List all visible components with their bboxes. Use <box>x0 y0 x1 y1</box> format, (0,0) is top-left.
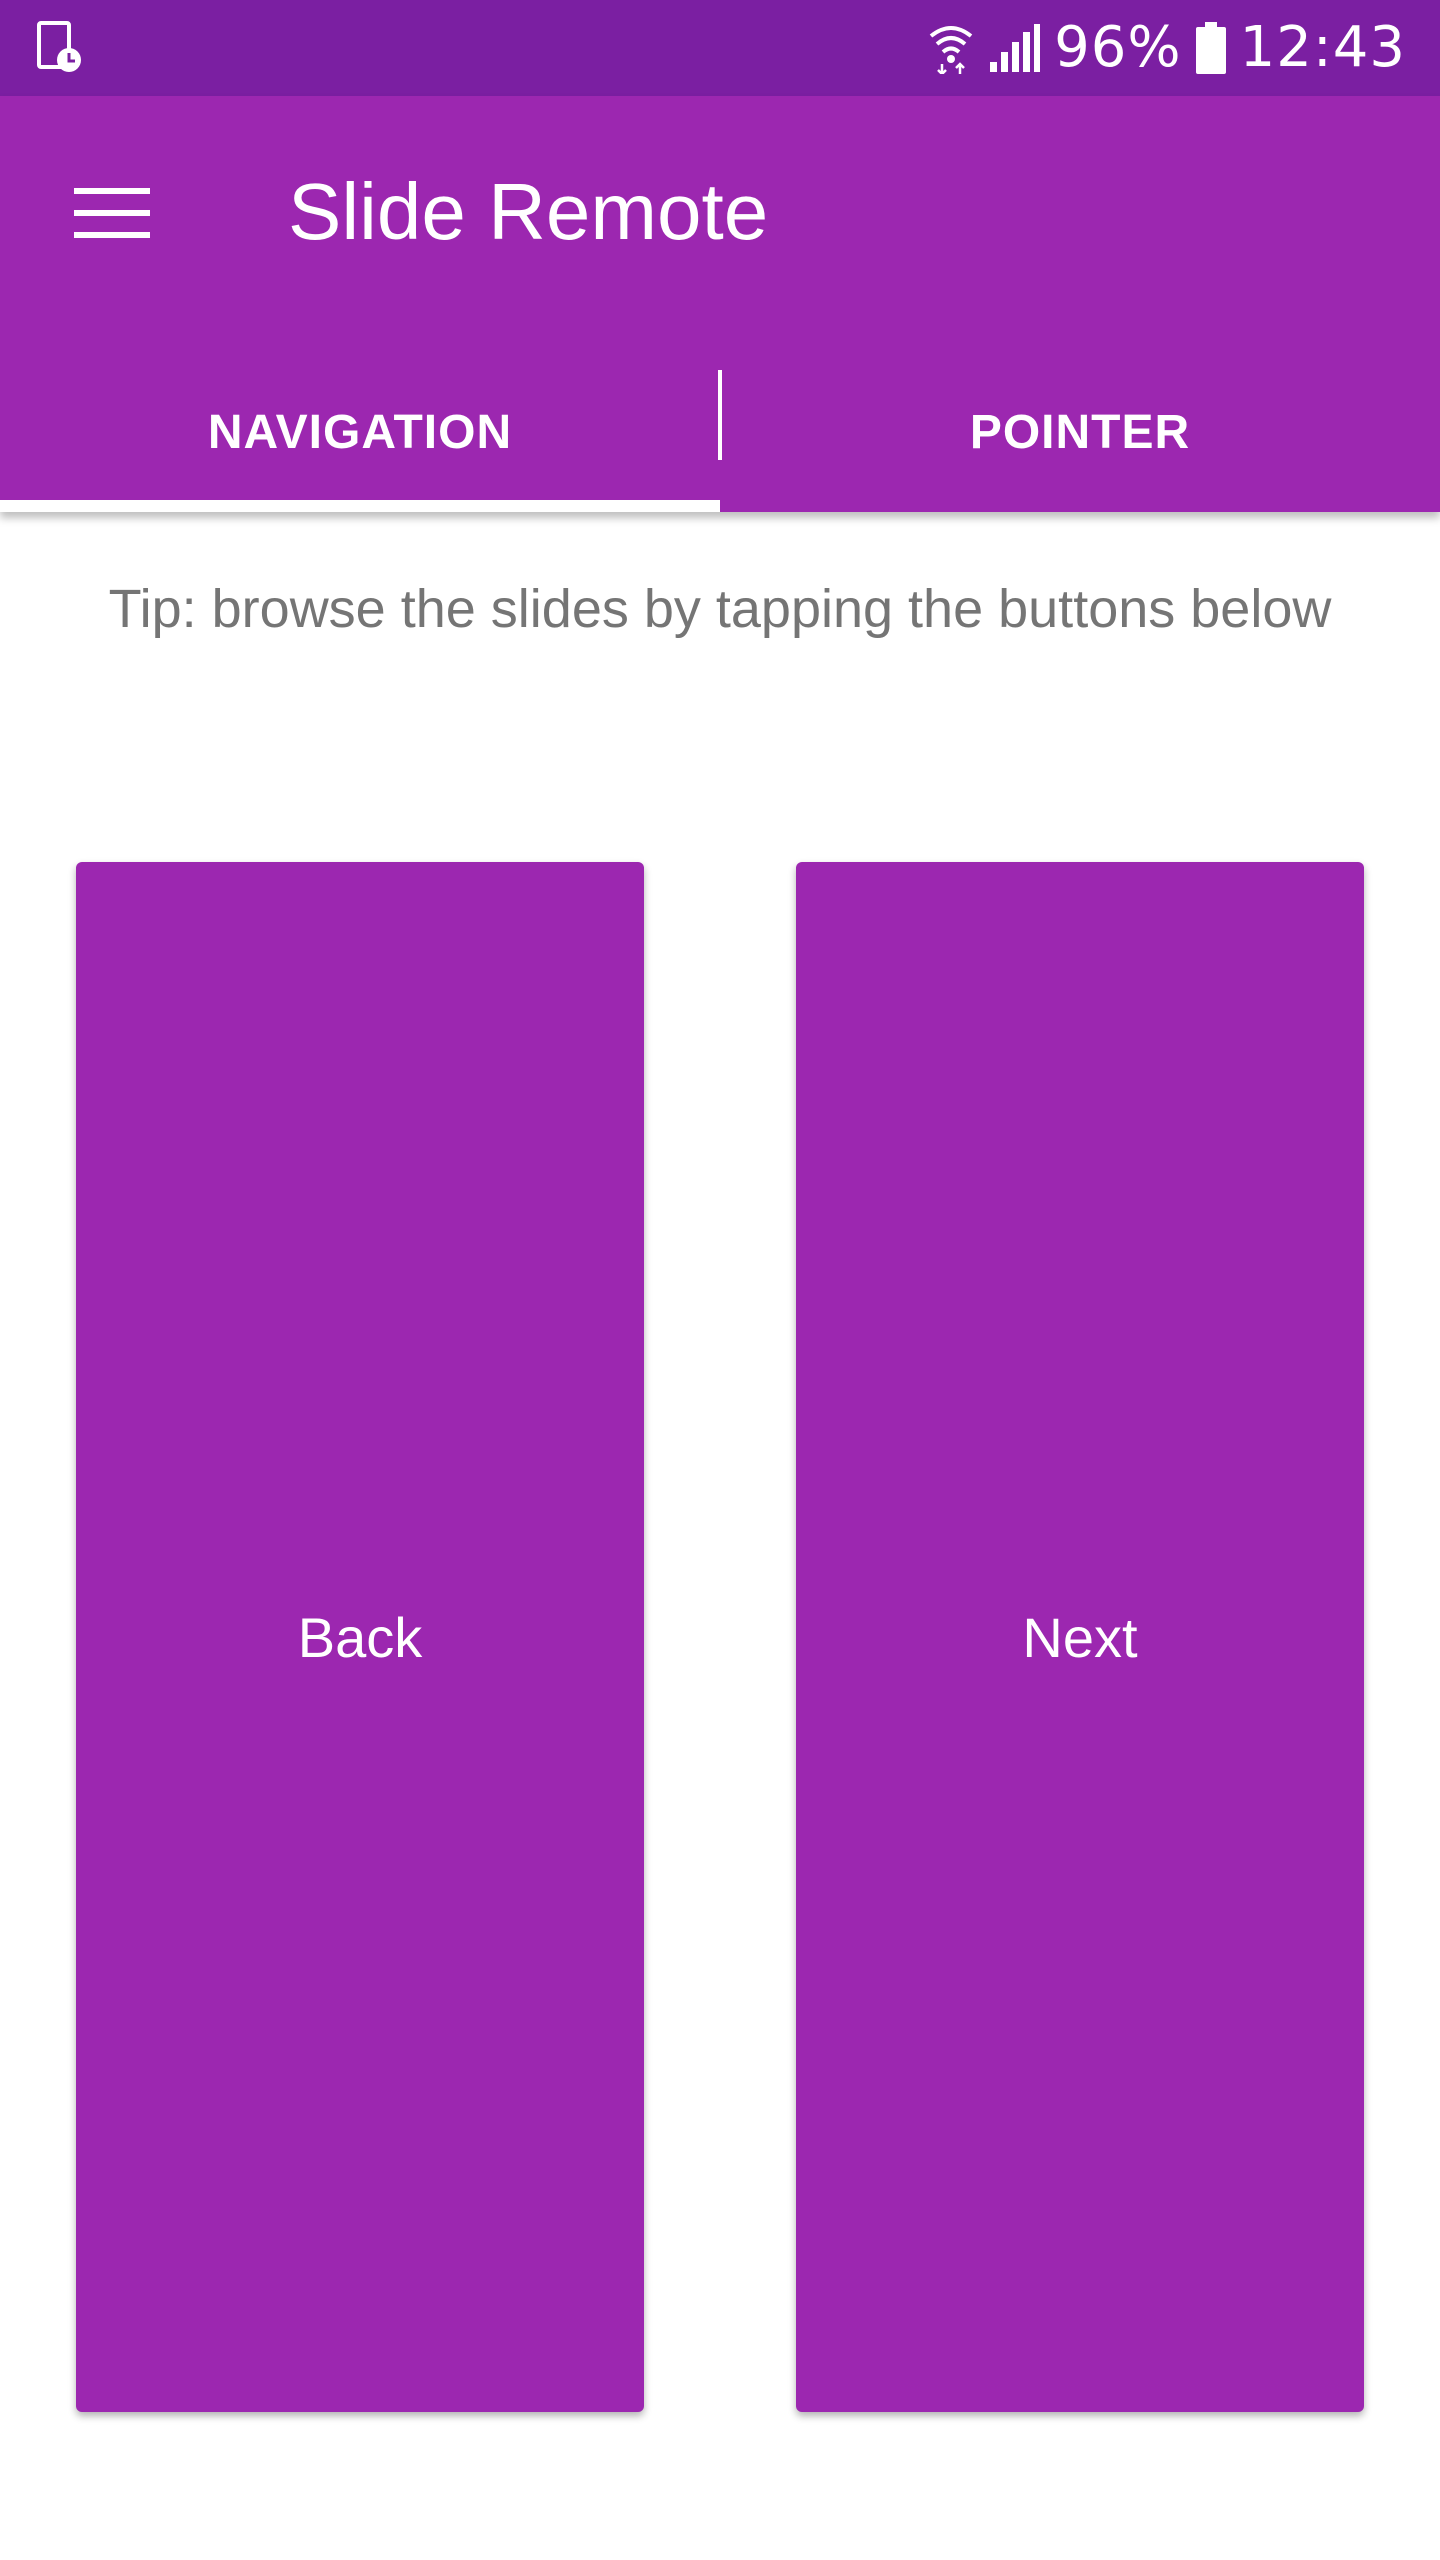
hamburger-menu-icon <box>74 188 150 238</box>
app-title: Slide Remote <box>288 167 769 256</box>
menu-button[interactable] <box>44 146 180 282</box>
back-button[interactable]: Back <box>76 862 644 2412</box>
status-time: 12:43 <box>1239 15 1406 80</box>
tab-selected-indicator <box>0 500 720 512</box>
status-right-group: 96% 12:43 <box>928 0 1406 96</box>
app-bar: Slide Remote NAVIGATION POINTER <box>0 96 1440 512</box>
signal-icon <box>990 24 1041 72</box>
tab-navigation-label: NAVIGATION <box>207 405 513 459</box>
tab-navigation[interactable]: NAVIGATION <box>0 352 720 512</box>
wifi-icon <box>929 26 973 74</box>
next-button-label: Next <box>1022 1605 1138 1669</box>
battery-icon <box>1195 22 1226 74</box>
tip-text: Tip: browse the slides by tapping the bu… <box>108 579 1332 639</box>
status-bar: 96% 12:43 <box>0 0 1440 96</box>
next-button[interactable]: Next <box>796 862 1364 2412</box>
screen-capture-icon <box>37 21 81 72</box>
tab-divider <box>718 370 722 460</box>
battery-percent: 96% <box>1054 15 1182 80</box>
tab-pointer[interactable]: POINTER <box>720 352 1440 512</box>
back-button-label: Back <box>297 1605 423 1669</box>
tab-pointer-label: POINTER <box>969 405 1191 459</box>
